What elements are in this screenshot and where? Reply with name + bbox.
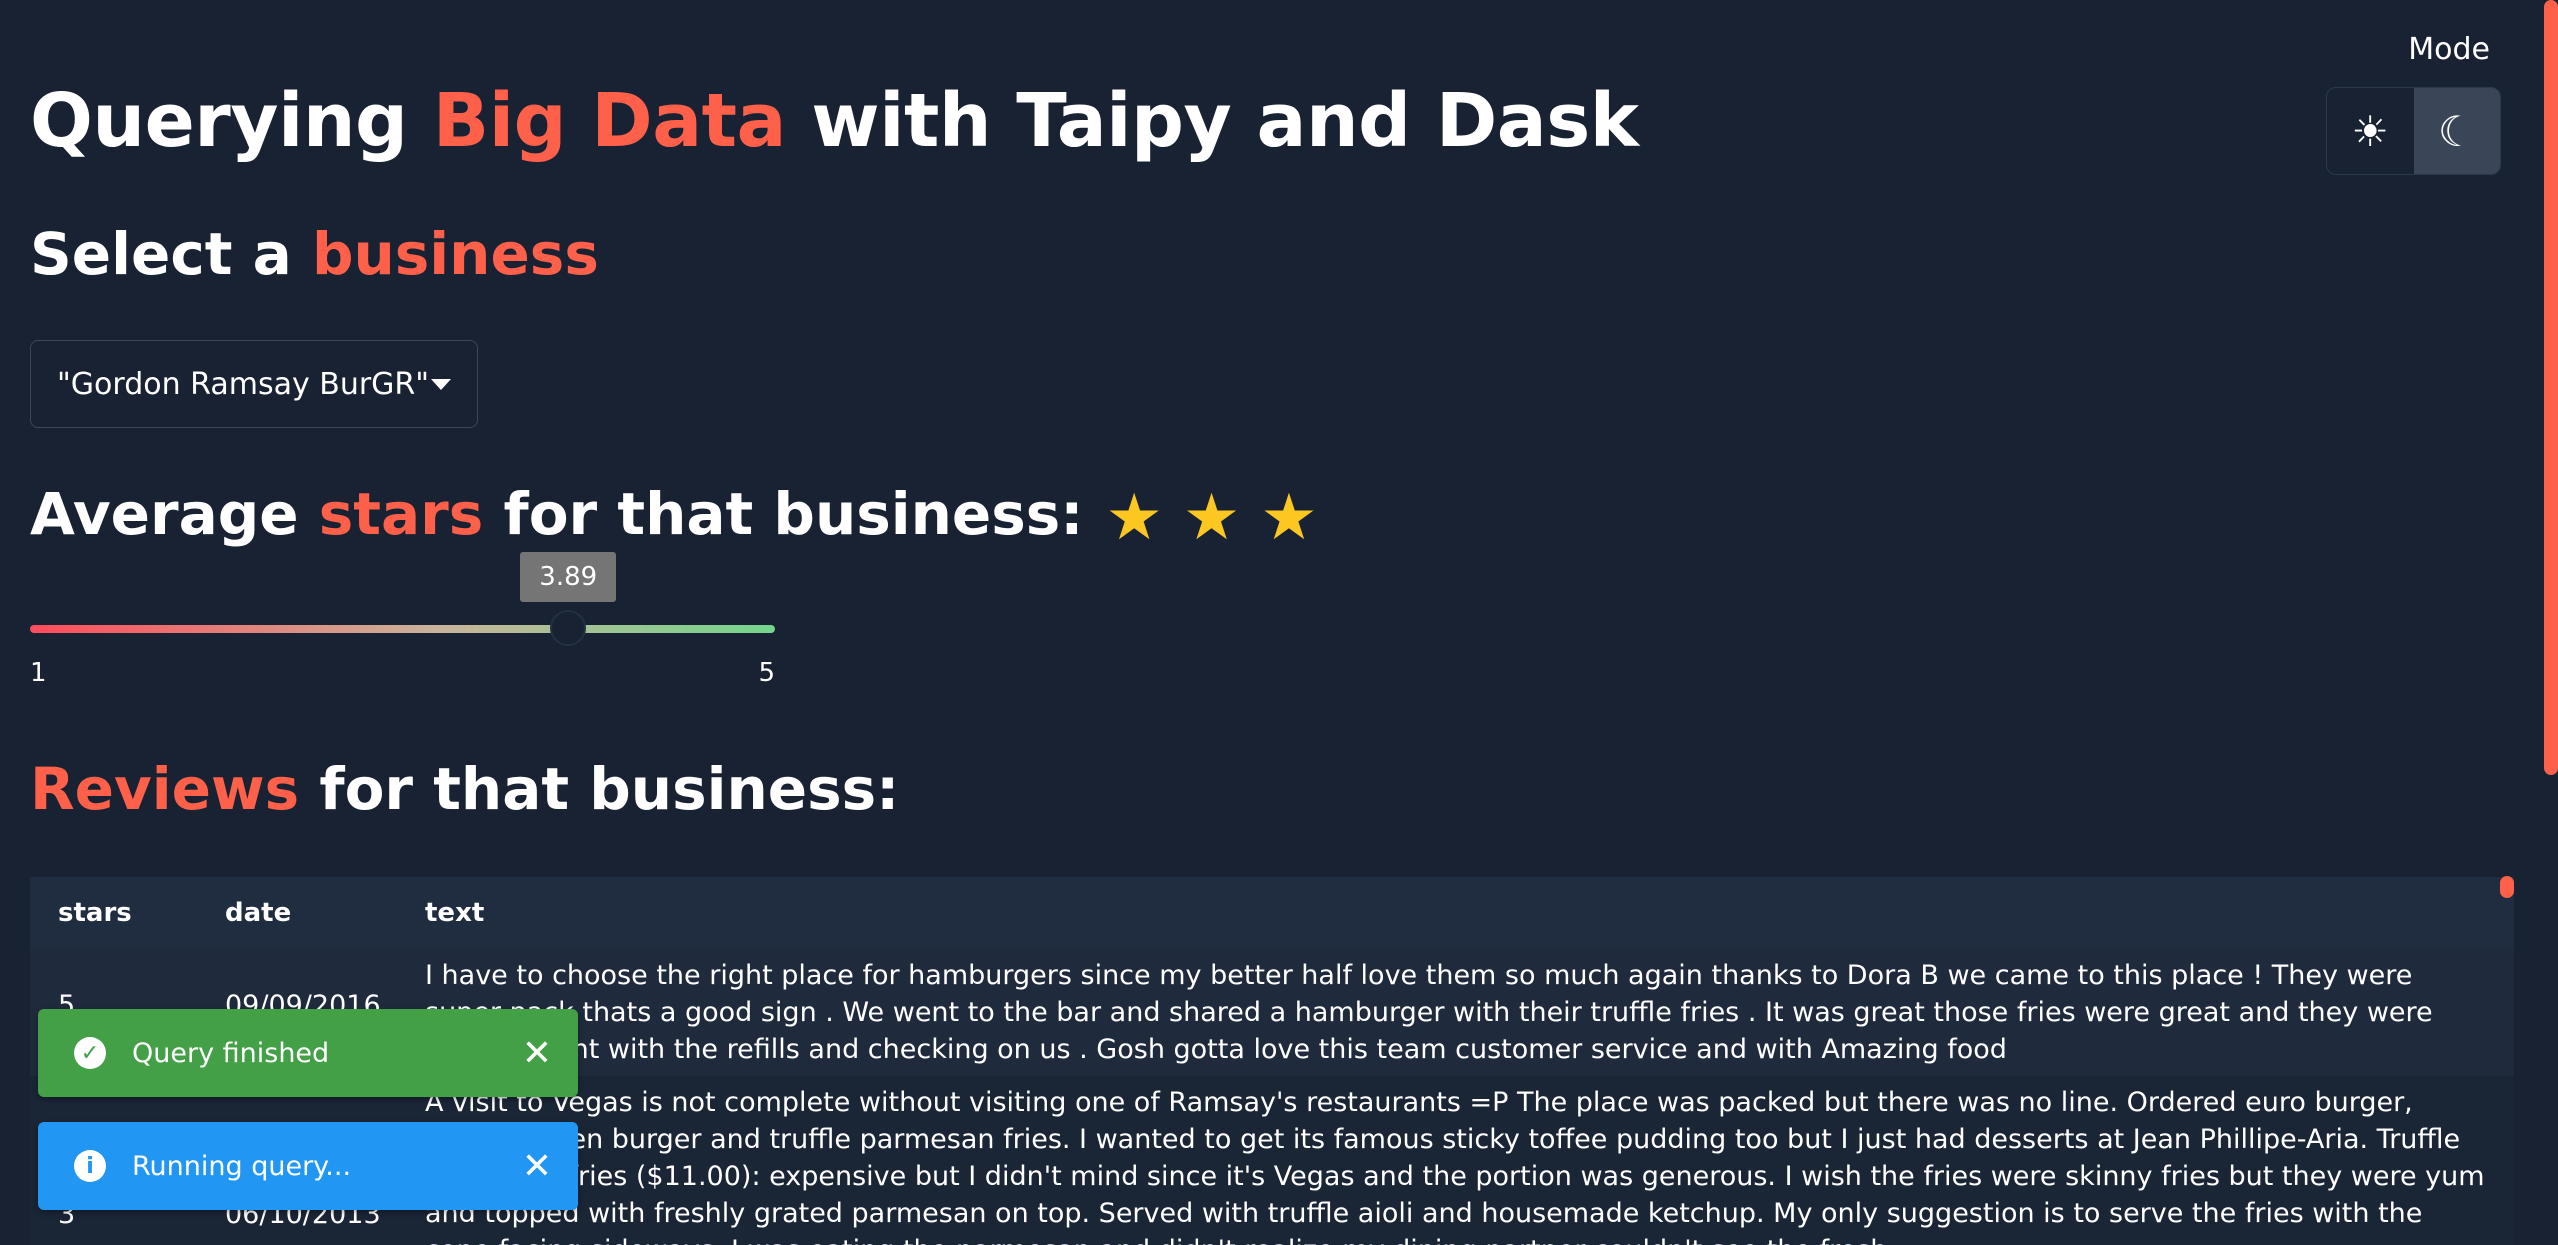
page-title: Querying Big Data with Taipy and Dask bbox=[30, 78, 1639, 164]
business-select-value: "Gordon Ramsay BurGR" bbox=[57, 366, 430, 402]
theme-toggle[interactable]: ☀ ☾ bbox=[2326, 87, 2501, 175]
star-icon: ★ bbox=[1105, 480, 1163, 555]
notification-message: Running query... bbox=[132, 1150, 352, 1182]
slider-value-tooltip: 3.89 bbox=[520, 552, 617, 602]
stars-slider[interactable]: 3.89 1 5 bbox=[30, 552, 775, 700]
notification-success: ✓ Query finished ✕ bbox=[38, 1009, 578, 1097]
heading-text: Select a bbox=[30, 220, 312, 288]
title-text-end: with Taipy and Dask bbox=[785, 78, 1639, 164]
heading-accent: stars bbox=[318, 480, 484, 548]
slider-min-label: 1 bbox=[30, 658, 47, 688]
star-icon: ★ bbox=[1260, 480, 1318, 555]
cell-text: I have to choose the right place for ham… bbox=[397, 949, 2514, 1076]
select-heading: Select a business bbox=[30, 220, 599, 288]
column-header-text[interactable]: text bbox=[397, 877, 2514, 949]
slider-track[interactable] bbox=[30, 625, 775, 633]
heading-text: Average bbox=[30, 480, 319, 548]
cell-text: A visit to Vegas is not complete without… bbox=[397, 1076, 2514, 1245]
heading-text-end: for that business: bbox=[299, 755, 900, 823]
business-select[interactable]: "Gordon Ramsay BurGR" bbox=[30, 340, 478, 428]
chevron-down-icon[interactable] bbox=[431, 378, 451, 390]
mode-label: Mode bbox=[2408, 32, 2490, 67]
sun-icon[interactable]: ☀ bbox=[2327, 88, 2414, 174]
table-scrollbar[interactable] bbox=[2500, 876, 2514, 898]
star-rating: ★ ★ ★ bbox=[1106, 486, 1318, 550]
info-icon: i bbox=[74, 1150, 106, 1182]
column-header-stars[interactable]: stars bbox=[30, 877, 197, 949]
slider-max-label: 5 bbox=[758, 658, 775, 688]
heading-accent: Reviews bbox=[30, 755, 300, 823]
reviews-heading: Reviews for that business: bbox=[30, 755, 899, 823]
notification-message: Query finished bbox=[132, 1037, 330, 1069]
slider-thumb[interactable] bbox=[550, 610, 587, 646]
stars-heading: Average stars for that business: ★ ★ ★ bbox=[30, 480, 1318, 550]
heading-text-end: for that business: bbox=[483, 480, 1084, 548]
page-scrollbar[interactable] bbox=[2544, 0, 2558, 775]
column-header-date[interactable]: date bbox=[197, 877, 397, 949]
close-icon[interactable]: ✕ bbox=[522, 1146, 552, 1187]
title-accent: Big Data bbox=[432, 78, 787, 164]
close-icon[interactable]: ✕ bbox=[522, 1033, 552, 1074]
notification-info: i Running query... ✕ bbox=[38, 1122, 578, 1210]
star-icon: ★ bbox=[1182, 480, 1241, 555]
heading-accent: business bbox=[311, 220, 599, 288]
moon-icon[interactable]: ☾ bbox=[2413, 88, 2500, 174]
check-circle-icon: ✓ bbox=[74, 1037, 106, 1069]
title-text: Querying bbox=[30, 78, 433, 164]
